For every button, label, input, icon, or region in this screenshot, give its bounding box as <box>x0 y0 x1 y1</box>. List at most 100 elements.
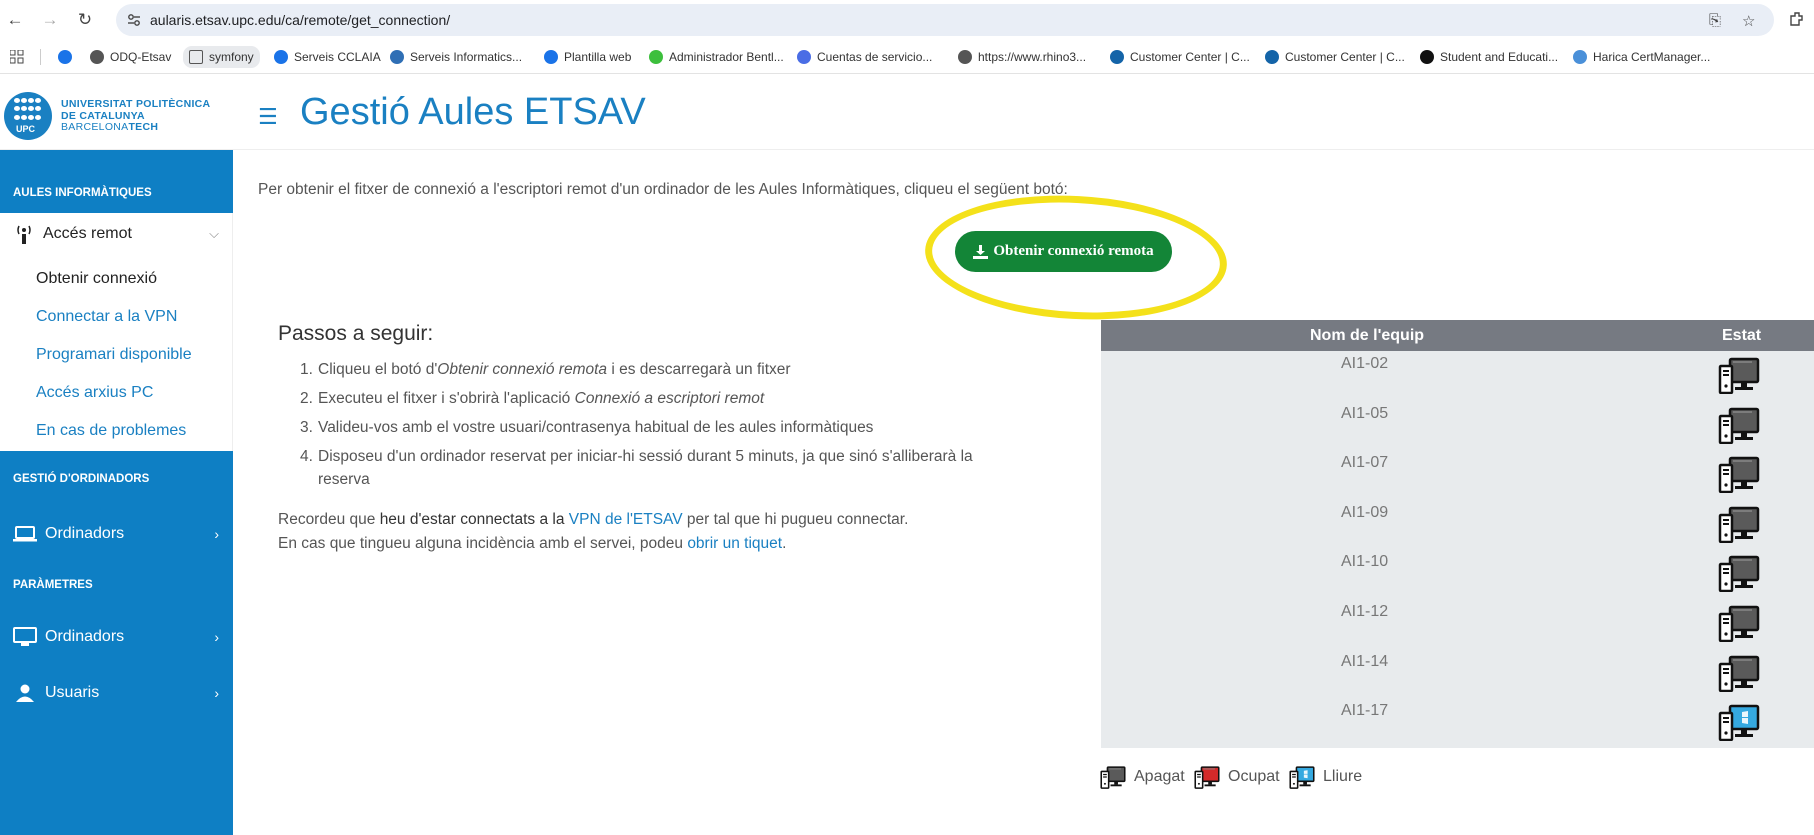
computer-legend-icon <box>1289 765 1319 789</box>
button-label: Obtenir connexió remota <box>993 243 1154 259</box>
extensions-icon[interactable] <box>1788 10 1806 28</box>
table-body: AI1-02 AI1-05 AI1-07 AI1-09 AI1-10 AI1-1… <box>1101 351 1814 748</box>
sidebar-item-acces-remot[interactable]: Accés remot ⌵ <box>0 213 233 255</box>
legend-label: Apagat <box>1134 768 1185 785</box>
bookmark-label: Serveis Informatics... <box>410 50 523 64</box>
table-row[interactable]: AI1-17 <box>1101 698 1814 748</box>
sidebar-item-acces-arxius[interactable]: Accés arxius PC <box>36 384 153 402</box>
table-header: Nom de l'equip Estat <box>1101 320 1814 351</box>
university-name: UNIVERSITAT POLITÈCNICA DE CATALUNYA BAR… <box>61 98 211 133</box>
step-item: 3. Valideu-vos amb el vostre usuari/contr… <box>300 416 1010 439</box>
apps-grid-icon[interactable] <box>10 50 24 64</box>
sidebar-footer <box>0 721 233 835</box>
vpn-link[interactable]: VPN de l'ETSAV <box>569 511 683 528</box>
address-bar[interactable]: aularis.etsav.upc.edu/ca/remote/get_conn… <box>116 4 1774 36</box>
chevron-down-icon: ⌵ <box>209 226 219 241</box>
bookmark-globe[interactable] <box>58 48 78 66</box>
bookmark-item[interactable]: ODQ-Etsav <box>90 48 171 66</box>
obrir-tiquet-link[interactable]: obrir un tiquet <box>687 535 782 552</box>
sidebar-item-programari[interactable]: Programari disponible <box>36 346 192 364</box>
legend-label: Lliure <box>1323 768 1363 785</box>
bookmark-item[interactable]: Customer Center | C... <box>1110 48 1250 66</box>
bookmark-item[interactable]: Cuentas de servicio... <box>797 48 932 66</box>
favicon-icon <box>1420 50 1434 64</box>
computer-status-icon[interactable] <box>1718 356 1760 395</box>
favicon-icon <box>1573 50 1587 64</box>
computer-status-icon[interactable] <box>1718 703 1760 742</box>
bookmark-item[interactable]: Serveis CCLAIA <box>274 48 381 66</box>
bookmark-label: Administrador Bentl... <box>669 50 784 64</box>
favicon-icon <box>390 50 404 64</box>
bookmark-star-icon[interactable]: ☆ <box>1742 12 1755 30</box>
sidebar-section-params: PARÀMETRES <box>0 562 233 608</box>
computer-status-icon[interactable] <box>1718 554 1760 593</box>
table-row[interactable]: AI1-10 <box>1101 549 1814 599</box>
computer-status-icon[interactable] <box>1718 455 1760 494</box>
bookmark-item[interactable]: Administrador Bentl... <box>649 48 784 66</box>
sidebar-item-gestio-ordinadors[interactable]: Ordinadors › <box>0 506 233 562</box>
sidebar-item-obtenir-connexio[interactable]: Obtenir connexió <box>36 270 157 288</box>
bookmark-item[interactable]: Serveis Informatics... <box>390 48 522 66</box>
translate-icon[interactable]: ⎘ <box>1709 12 1721 29</box>
table-row[interactable]: AI1-14 <box>1101 649 1814 699</box>
table-row[interactable]: AI1-09 <box>1101 500 1814 550</box>
bookmark-item[interactable]: Customer Center | C... <box>1265 48 1405 66</box>
computer-name: AI1-05 <box>1341 404 1389 422</box>
sidebar-item-params-ordinadors[interactable]: Ordinadors › <box>0 608 233 665</box>
forward-arrow-icon[interactable]: → <box>39 9 61 31</box>
table-row[interactable]: AI1-12 <box>1101 599 1814 649</box>
site-settings-icon[interactable] <box>127 13 141 27</box>
favicon-icon <box>274 50 288 64</box>
user-icon <box>16 684 34 702</box>
sidebar-item-connectar-vpn[interactable]: Connectar a la VPN <box>36 308 177 326</box>
obtenir-connexio-button[interactable]: Obtenir connexió remota <box>955 231 1172 272</box>
bookmark-label: Serveis CCLAIA <box>294 50 381 64</box>
computer-name: AI1-09 <box>1341 503 1389 521</box>
computer-status-icon[interactable] <box>1718 604 1760 643</box>
bookmark-item[interactable]: Student and Educati... <box>1420 48 1558 66</box>
bookmark-item[interactable]: Harica CertManager... <box>1573 48 1710 66</box>
favicon-icon <box>1265 50 1279 64</box>
table-row[interactable]: AI1-07 <box>1101 450 1814 500</box>
hamburger-menu-icon[interactable]: ☰ <box>258 104 278 130</box>
step-item: 1. Cliqueu el botó d'Obtenir connexió rem… <box>300 358 1010 381</box>
monitor-icon <box>13 626 37 646</box>
step-item: 2. Executeu el fitxer i s'obrirà l'aplica… <box>300 387 1010 410</box>
table-row[interactable]: AI1-05 <box>1101 401 1814 451</box>
legend-label: Ocupat <box>1228 768 1280 785</box>
computer-legend-icon <box>1194 765 1224 789</box>
steps-list: 1. Cliqueu el botó d'Obtenir connexió rem… <box>300 358 1010 497</box>
computer-status-icon[interactable] <box>1718 505 1760 544</box>
browser-toolbar: ← → ↻ aularis.etsav.upc.edu/ca/remote/ge… <box>0 0 1814 40</box>
computer-name: AI1-14 <box>1341 652 1389 670</box>
bookmark-label: Customer Center | C... <box>1285 50 1405 64</box>
legend-item: Apagat <box>1100 765 1185 789</box>
bookmark-label: Customer Center | C... <box>1130 50 1250 64</box>
reload-icon[interactable]: ↻ <box>74 9 96 31</box>
folder-icon <box>189 50 203 64</box>
step-number: 1. <box>300 361 313 378</box>
computer-status-icon[interactable] <box>1718 406 1760 444</box>
step-number: 3. <box>300 419 313 436</box>
computer-legend-icon <box>1100 765 1130 789</box>
favicon-icon <box>958 50 972 64</box>
chevron-right-icon: › <box>214 685 219 701</box>
bookmark-label: Plantilla web <box>564 50 632 64</box>
sidebar-section-aules: AULES INFORMÀTIQUES <box>0 150 233 213</box>
bookmark-item[interactable]: Plantilla web <box>544 48 631 66</box>
steps-title: Passos a seguir: <box>278 322 434 345</box>
bookmark-label: symfony <box>209 50 254 64</box>
bookmark-item[interactable]: symfony <box>183 46 260 68</box>
download-icon <box>973 244 989 259</box>
globe-icon <box>58 50 72 64</box>
table-row[interactable]: AI1-02 <box>1101 351 1814 401</box>
step-number: 4. <box>300 448 313 465</box>
bookmark-item[interactable]: https://www.rhino3... <box>958 48 1086 66</box>
computer-name: AI1-17 <box>1341 702 1389 720</box>
back-arrow-icon[interactable]: ← <box>4 9 26 31</box>
sidebar-item-problemes[interactable]: En cas de problemes <box>36 422 186 440</box>
computer-status-icon[interactable] <box>1718 654 1760 692</box>
page-title: Gestió Aules ETSAV <box>300 91 646 133</box>
computer-name: AI1-02 <box>1341 355 1389 372</box>
sidebar-item-usuaris[interactable]: Usuaris › <box>0 665 233 721</box>
